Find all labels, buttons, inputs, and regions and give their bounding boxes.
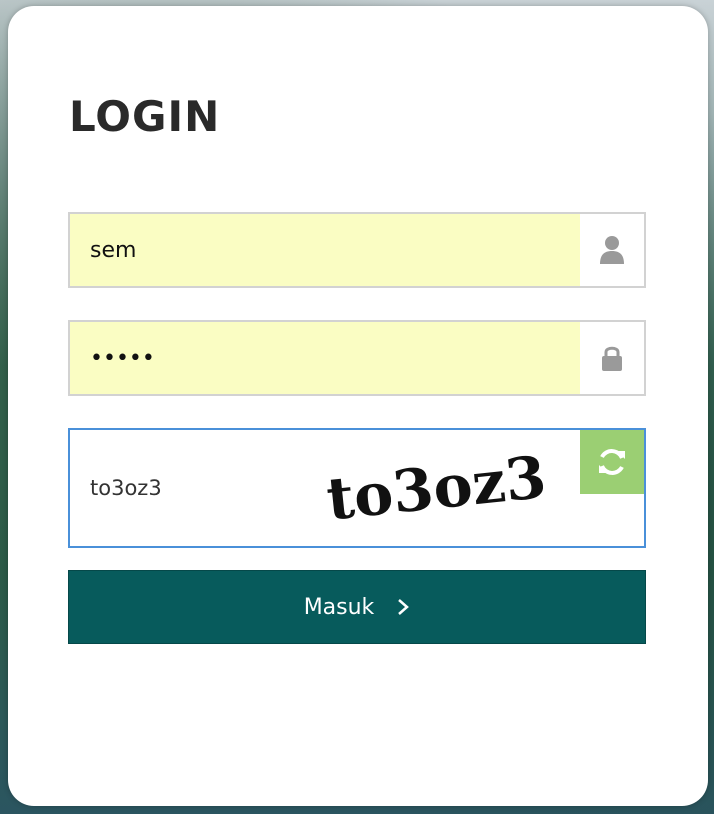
username-field (68, 212, 646, 288)
captcha-input[interactable] (70, 430, 300, 546)
submit-button-label: Masuk (303, 594, 375, 620)
captcha-field: to3oz3 (68, 428, 646, 548)
lock-icon (580, 322, 644, 394)
user-icon (580, 214, 644, 286)
refresh-icon (599, 449, 625, 475)
password-field (68, 320, 646, 396)
captcha-refresh-button[interactable] (580, 430, 644, 494)
captcha-image-text: to3oz3 (323, 443, 549, 530)
username-input[interactable] (70, 214, 582, 286)
password-input[interactable] (70, 322, 582, 394)
chevron-right-icon (398, 599, 410, 615)
page-title: LOGIN (69, 92, 221, 141)
submit-button[interactable]: Masuk (68, 570, 646, 644)
captcha-image: to3oz3 (323, 443, 549, 530)
login-card: LOGIN to3oz3 (8, 6, 708, 806)
